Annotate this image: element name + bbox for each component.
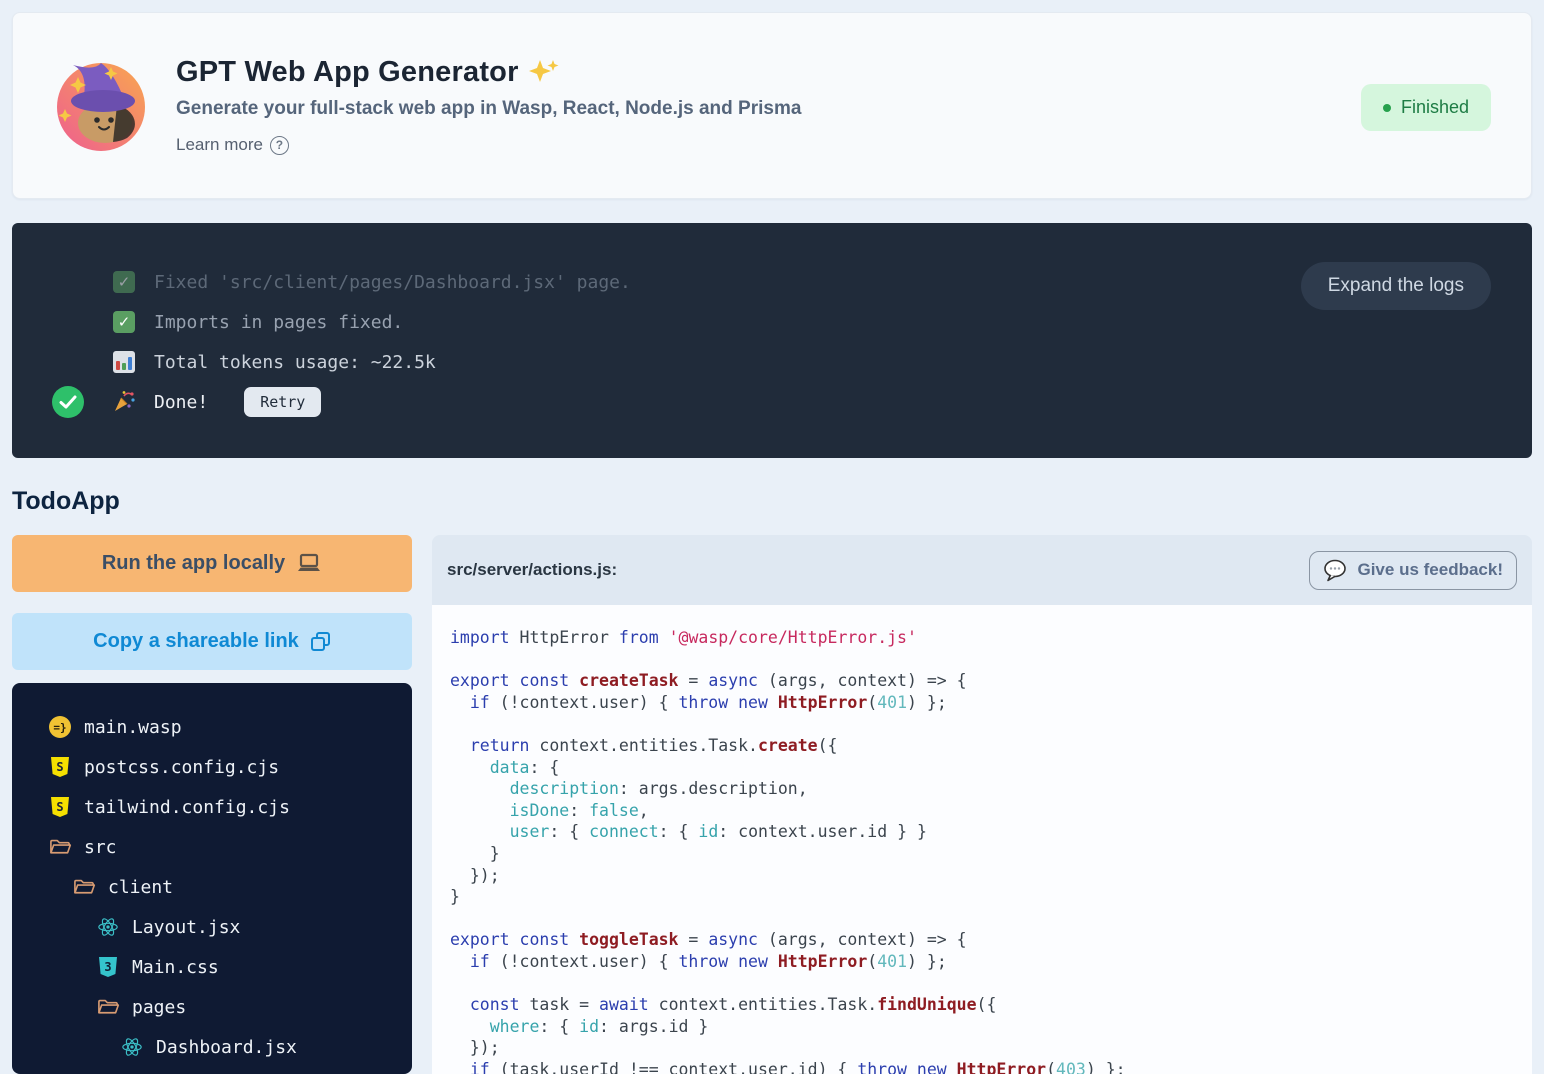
tree-item-label: Layout.jsx xyxy=(132,917,240,938)
folder-icon xyxy=(96,997,120,1017)
tree-item-label: tailwind.config.cjs xyxy=(84,797,290,818)
page-title: GPT Web App Generator xyxy=(176,56,519,89)
subtitle: Generate your full-stack web app in Wasp… xyxy=(176,98,801,120)
code-line: import HttpError from '@wasp/core/HttpEr… xyxy=(450,627,1532,649)
code-line: if (task.userId !== context.user.id) { t… xyxy=(450,1059,1532,1074)
code-line xyxy=(450,713,1532,735)
code-line: data: { xyxy=(450,757,1532,779)
copy-link-label: Copy a shareable link xyxy=(93,630,299,653)
code-editor: import HttpError from '@wasp/core/HttpEr… xyxy=(432,605,1532,1074)
feedback-button[interactable]: Give us feedback! xyxy=(1309,551,1517,590)
copy-link-button[interactable]: Copy a shareable link xyxy=(12,613,412,670)
file-tree: =}main.waspSpostcss.config.cjsStailwind.… xyxy=(12,683,412,1074)
page: GPT Web App Generator Generate your full… xyxy=(0,0,1544,1074)
folder-icon xyxy=(72,877,96,897)
tree-item-label: main.wasp xyxy=(84,717,182,738)
learn-more-label: Learn more xyxy=(176,135,263,155)
code-line xyxy=(450,649,1532,671)
header-card: GPT Web App Generator Generate your full… xyxy=(12,12,1532,199)
folder-icon xyxy=(48,837,72,857)
svg-text:S: S xyxy=(56,800,63,814)
tree-item-src[interactable]: src xyxy=(12,827,412,867)
learn-more-link[interactable]: Learn more ? xyxy=(176,135,289,155)
tree-item-dashboard-jsx[interactable]: Dashboard.jsx xyxy=(12,1027,412,1067)
party-icon xyxy=(112,390,136,414)
main-row: Run the app locally Copy a shareable lin… xyxy=(12,535,1532,1074)
retry-button[interactable]: Retry xyxy=(244,387,321,417)
code-line: isDone: false, xyxy=(450,800,1532,822)
tree-item-label: Main.css xyxy=(132,957,219,978)
js-shield-icon: S xyxy=(48,756,72,778)
check-emoji-icon: ✓ xyxy=(112,311,136,333)
code-line: }); xyxy=(450,1037,1532,1059)
code-line xyxy=(450,973,1532,995)
react-icon xyxy=(120,1036,144,1058)
code-line: }); xyxy=(450,865,1532,887)
svg-text:3: 3 xyxy=(104,960,111,974)
status-label: Finished xyxy=(1401,97,1469,118)
code-line: export const toggleTask = async (args, c… xyxy=(450,929,1532,951)
code-line: if (!context.user) { throw new HttpError… xyxy=(450,692,1532,714)
tree-item-label: client xyxy=(108,877,173,898)
tree-item-pages[interactable]: pages xyxy=(12,987,412,1027)
success-check-icon xyxy=(52,386,84,418)
tree-item-main-css[interactable]: 3 Main.css xyxy=(12,947,412,987)
log-text: Total tokens usage: ~22.5k xyxy=(154,352,436,373)
code-line: description: args.description, xyxy=(450,778,1532,800)
code-line: } xyxy=(450,886,1532,908)
feedback-label: Give us feedback! xyxy=(1357,560,1503,580)
react-icon xyxy=(96,916,120,938)
speech-bubble-icon xyxy=(1323,559,1349,582)
svg-text:S: S xyxy=(56,760,63,774)
tree-item-label: src xyxy=(84,837,117,858)
code-line: export const createTask = async (args, c… xyxy=(450,670,1532,692)
tree-item-postcss-config-cjs[interactable]: Spostcss.config.cjs xyxy=(12,747,412,787)
tree-item-layout-jsx[interactable]: Layout.jsx xyxy=(12,907,412,947)
run-app-button[interactable]: Run the app locally xyxy=(12,535,412,592)
check-emoji-icon: ✓ xyxy=(112,271,136,293)
code-header: src/server/actions.js: Give us feedback! xyxy=(432,535,1532,605)
log-row: Total tokens usage: ~22.5k xyxy=(12,342,1532,382)
wasp-mage-logo xyxy=(53,57,150,154)
sparkles-icon xyxy=(529,58,559,88)
js-shield-icon: S xyxy=(48,796,72,818)
question-icon: ? xyxy=(270,136,289,155)
code-line: return context.entities.Task.create({ xyxy=(450,735,1532,757)
code-line: if (!context.user) { throw new HttpError… xyxy=(450,951,1532,973)
bar-chart-icon xyxy=(112,351,136,373)
tree-item-client[interactable]: client xyxy=(12,867,412,907)
code-line: user: { connect: { id: context.user.id }… xyxy=(450,821,1532,843)
tree-item-label: pages xyxy=(132,997,186,1018)
log-row: ✓ Imports in pages fixed. xyxy=(12,302,1532,342)
copy-icon xyxy=(310,631,331,652)
left-column: Run the app locally Copy a shareable lin… xyxy=(12,535,412,1074)
expand-logs-button[interactable]: Expand the logs xyxy=(1301,262,1491,310)
run-app-label: Run the app locally xyxy=(102,552,285,575)
tree-item-label: Dashboard.jsx xyxy=(156,1037,297,1058)
code-line: where: { id: args.id } xyxy=(450,1016,1532,1038)
log-text: Done! xyxy=(154,392,208,413)
wasp-icon: =} xyxy=(48,716,72,738)
app-name: TodoApp xyxy=(12,487,1532,516)
log-row: Done! Retry xyxy=(12,382,1532,422)
log-text: Imports in pages fixed. xyxy=(154,312,403,333)
tree-item-label: postcss.config.cjs xyxy=(84,757,279,778)
code-line: } xyxy=(450,843,1532,865)
code-panel: src/server/actions.js: Give us feedback!… xyxy=(432,535,1532,1074)
status-badge: Finished xyxy=(1361,84,1491,131)
code-line: const task = await context.entities.Task… xyxy=(450,994,1532,1016)
code-line xyxy=(450,908,1532,930)
file-path-label: src/server/actions.js: xyxy=(447,560,617,580)
tree-item-tailwind-config-cjs[interactable]: Stailwind.config.cjs xyxy=(12,787,412,827)
laptop-icon xyxy=(296,553,322,574)
log-panel: ✓ Fixed 'src/client/pages/Dashboard.jsx' … xyxy=(12,223,1532,458)
status-dot-icon xyxy=(1383,104,1391,112)
tree-item-main-wasp[interactable]: =} main.wasp xyxy=(12,707,412,747)
css-shield-icon: 3 xyxy=(96,956,120,978)
log-text: Fixed 'src/client/pages/Dashboard.jsx' p… xyxy=(154,272,631,293)
